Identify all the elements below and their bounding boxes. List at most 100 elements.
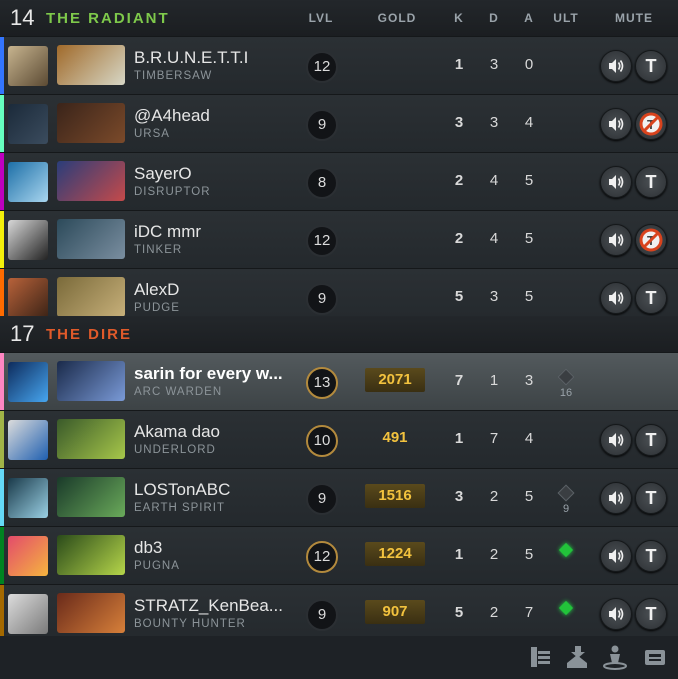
mute-voice-button[interactable] [600,166,632,198]
deaths: 3 [489,56,499,73]
speaker-icon [609,491,624,505]
mute-text-button[interactable]: T [635,108,667,140]
mute-text-button[interactable]: T [635,540,667,572]
hero-portrait[interactable] [57,593,125,633]
player-name: db3 [134,538,163,557]
mute-voice-button[interactable] [600,282,632,314]
gold-value: 1224 [365,542,425,566]
hero-portrait[interactable] [57,477,125,517]
mute-text-button[interactable]: T [635,424,667,456]
player-color-bar [0,585,4,642]
kills: 7 [454,372,464,389]
assists: 7 [524,604,534,621]
hero-portrait[interactable] [57,277,125,317]
mute-text-button[interactable]: T [635,482,667,514]
speaker-icon [609,59,624,73]
player-name: @A4head [134,106,210,125]
text-chat-icon: T [645,288,657,308]
speaker-icon [609,233,624,247]
hero-portrait[interactable] [57,161,125,201]
mute-voice-button[interactable] [600,224,632,256]
player-avatar[interactable] [8,362,48,402]
column-headers: LVL GOLD K D A ULT MUTE [0,0,678,36]
player-color-bar [0,469,4,526]
hero-name: PUDGE [134,302,180,314]
assists: 5 [524,488,534,505]
dire-player-list: sarin for every w... ARC WARDEN 13 2071 7 1 3 1… [0,352,678,642]
hero-portrait[interactable] [57,419,125,459]
camera-icon[interactable] [641,643,669,671]
player-row[interactable]: B.R.U.N.E.T.T.I TIMBERSAW 12 1 3 0 T [0,36,678,94]
hero-portrait[interactable] [57,535,125,575]
hero-portrait[interactable] [57,45,125,85]
dire-header: 17 THE DIRE [0,316,678,352]
player-color-bar [0,211,4,268]
hero-portrait[interactable] [57,361,125,401]
hero-level: 9 [306,283,338,315]
player-avatar[interactable] [8,278,48,318]
player-row[interactable]: db3 PUGNA 12 1224 1 2 5 T [0,526,678,584]
mute-voice-button[interactable] [600,424,632,456]
mute-text-button[interactable]: T [635,166,667,198]
hero-name: DISRUPTOR [134,186,211,198]
player-name: SayerO [134,164,192,183]
player-row[interactable]: @A4head URSA 9 3 3 4 T [0,94,678,152]
speaker-icon [609,607,624,621]
scoreboard-footer [0,636,678,679]
kills: 1 [454,430,464,447]
kills: 5 [454,604,464,621]
items-list-icon[interactable] [526,643,554,671]
ult-diamond-icon [557,368,575,386]
mute-voice-button[interactable] [600,482,632,514]
ability-upgrade-icon[interactable] [563,643,591,671]
mute-voice-button[interactable] [600,108,632,140]
player-row[interactable]: LOSTonABC EARTH SPIRIT 9 1516 3 2 5 9 T [0,468,678,526]
assists: 5 [524,230,534,247]
deaths: 4 [489,172,499,189]
deaths: 2 [489,604,499,621]
player-avatar[interactable] [8,420,48,460]
player-row[interactable]: iDC mmr TINKER 12 2 4 5 T [0,210,678,268]
assists: 4 [524,430,534,447]
hero-portrait[interactable] [57,103,125,143]
player-name: iDC mmr [134,222,202,241]
tp-scroll-icon[interactable] [601,643,629,671]
player-row[interactable]: Akama dao UNDERLORD 10 491 1 7 4 T [0,410,678,468]
ult-diamond-icon [557,484,575,502]
player-row[interactable]: sarin for every w... ARC WARDEN 13 2071 7 1 3 1… [0,352,678,410]
mute-text-button[interactable]: T [635,50,667,82]
player-avatar[interactable] [8,478,48,518]
hero-level: 12 [306,225,338,257]
player-avatar[interactable] [8,536,48,576]
mute-voice-button[interactable] [600,50,632,82]
hero-level: 9 [306,599,338,631]
gold-value: 2071 [365,368,425,392]
player-row[interactable]: SayerO DISRUPTOR 8 2 4 5 T [0,152,678,210]
player-row[interactable]: STRATZ_KenBea... BOUNTY HUNTER 9 907 5 2 7 T [0,584,678,642]
player-name: LOSTonABC [134,480,231,499]
player-color-bar [0,95,4,152]
player-avatar[interactable] [8,162,48,202]
deaths: 4 [489,230,499,247]
col-ult: ULT [553,11,579,25]
scoreboard: 14 THE RADIANT LVL GOLD K D A ULT MUTE B… [0,0,678,679]
hero-level: 8 [306,167,338,199]
text-chat-icon: T [645,488,657,508]
mute-voice-button[interactable] [600,540,632,572]
mute-voice-button[interactable] [600,598,632,630]
player-avatar[interactable] [8,220,48,260]
player-avatar[interactable] [8,104,48,144]
hero-portrait[interactable] [57,219,125,259]
mute-text-button[interactable]: T [635,282,667,314]
hero-name: URSA [134,128,170,140]
player-avatar[interactable] [8,594,48,634]
player-avatar[interactable] [8,46,48,86]
text-chat-icon: T [645,546,657,566]
player-name: STRATZ_KenBea... [134,596,283,615]
deaths: 2 [489,488,499,505]
hero-level: 13 [306,367,338,399]
mute-text-button[interactable]: T [635,224,667,256]
mute-text-button[interactable]: T [635,598,667,630]
hero-name: TIMBERSAW [134,70,213,82]
gold-value: 491 [382,429,408,446]
